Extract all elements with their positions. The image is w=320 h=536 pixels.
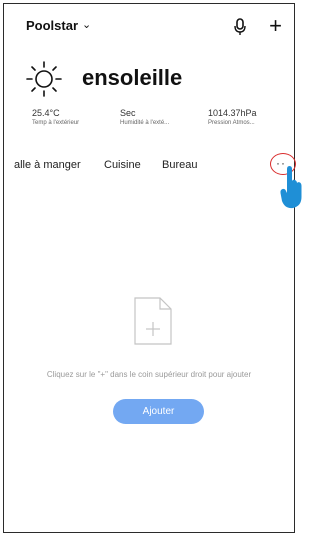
- pointing-hand-icon: [280, 166, 302, 209]
- tab-cuisine[interactable]: Cuisine: [104, 159, 141, 171]
- stat-value: 25.4°C: [32, 108, 60, 118]
- weather-stats: 25.4°C Temp à l'extérieur Sec Humidité à…: [32, 108, 274, 134]
- stat-value: 1014.37hPa: [208, 108, 257, 118]
- microphone-icon[interactable]: [232, 18, 248, 36]
- stat-value: Sec: [120, 108, 136, 118]
- stat-label: Humidité à l'exté...: [120, 120, 170, 126]
- tab-bureau[interactable]: Bureau: [162, 159, 197, 171]
- stat-label: Pression Atmos...: [208, 120, 255, 126]
- home-selector[interactable]: Poolstar: [26, 18, 78, 33]
- tab-salle-a-manger[interactable]: alle à manger: [14, 159, 81, 171]
- stat-pressure: 1014.37hPa Pression Atmos...: [208, 108, 257, 126]
- empty-document-icon: [134, 297, 172, 345]
- empty-state-message: Cliquez sur le "+" dans le coin supérieu…: [46, 370, 252, 379]
- add-device-button[interactable]: +: [269, 14, 282, 38]
- weather-condition: ensoleille: [82, 65, 183, 90]
- stat-humidity: Sec Humidité à l'exté...: [120, 108, 169, 126]
- stat-temperature: 25.4°C Temp à l'extérieur: [32, 108, 79, 126]
- sun-icon: [26, 61, 62, 97]
- stat-label: Temp à l'extérieur: [32, 120, 80, 126]
- top-bar: Poolstar ⌄ +: [26, 14, 282, 38]
- app-screen: Poolstar ⌄ + ensoleille 25.4°C Temp à l'…: [3, 3, 302, 533]
- add-button[interactable]: Ajouter: [113, 399, 204, 424]
- chevron-down-icon[interactable]: ⌄: [82, 18, 91, 31]
